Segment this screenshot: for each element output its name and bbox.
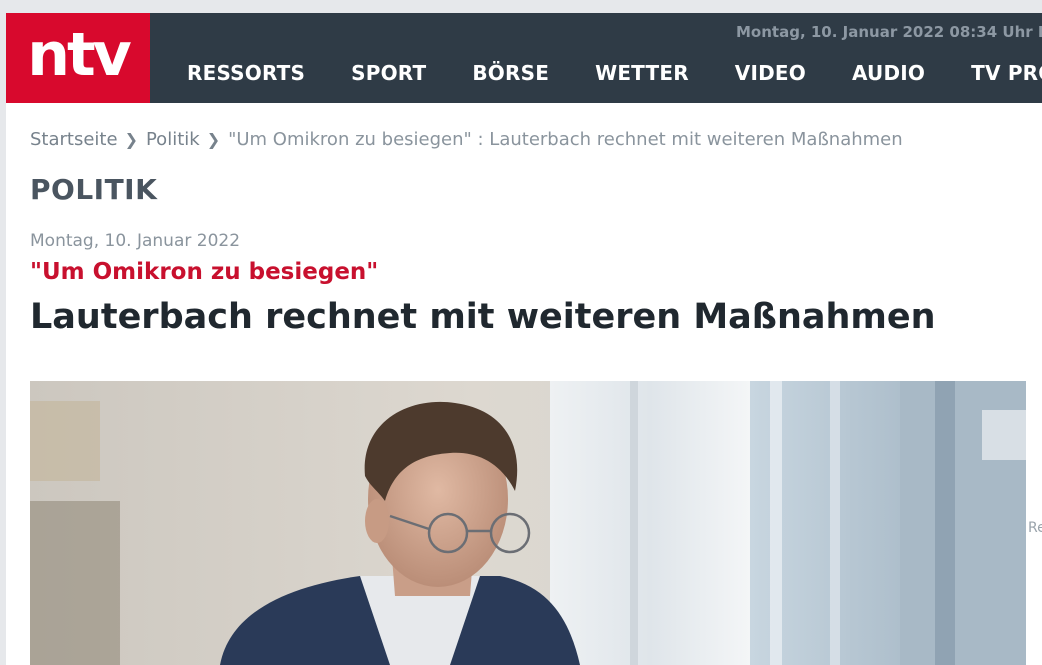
article-date: Montag, 10. Januar 2022 xyxy=(30,231,241,251)
nav-item-boerse[interactable]: BÖRSE xyxy=(472,61,549,85)
side-widget-label: Re xyxy=(1028,520,1042,536)
chevron-right-icon: ❯ xyxy=(206,130,221,149)
breadcrumb: Startseite ❯ Politik ❯ "Um Omikron zu be… xyxy=(30,129,903,150)
article-headline: Lauterbach rechnet mit weiteren Maßnahme… xyxy=(30,297,936,337)
nav-item-ressorts[interactable]: RESSORTS xyxy=(187,61,305,85)
nav-item-sport[interactable]: SPORT xyxy=(351,61,426,85)
site-header: ntv Montag, 10. Januar 2022 08:34 Uhr Fr… xyxy=(6,13,1042,103)
article-content: Startseite ❯ Politik ❯ "Um Omikron zu be… xyxy=(6,103,1042,665)
header-date-time: Montag, 10. Januar 2022 08:34 Uhr Frankf… xyxy=(736,23,1042,41)
breadcrumb-current: "Um Omikron zu besiegen" : Lauterbach re… xyxy=(228,129,903,150)
nav-item-video[interactable]: VIDEO xyxy=(735,61,806,85)
nav-item-tv-programm[interactable]: TV PROGRAMM xyxy=(971,61,1042,85)
ntv-logo[interactable]: ntv xyxy=(6,13,150,103)
section-title[interactable]: POLITIK xyxy=(30,173,157,206)
breadcrumb-startseite[interactable]: Startseite xyxy=(30,129,118,150)
main-navigation: RESSORTS SPORT BÖRSE WETTER VIDEO AUDIO … xyxy=(187,61,1042,85)
photo-man-with-glasses-icon xyxy=(30,381,1026,665)
nav-item-audio[interactable]: AUDIO xyxy=(852,61,925,85)
article-photo[interactable] xyxy=(30,381,1026,665)
nav-item-wetter[interactable]: WETTER xyxy=(595,61,689,85)
article-kicker: "Um Omikron zu besiegen" xyxy=(30,259,379,285)
breadcrumb-politik[interactable]: Politik xyxy=(146,129,200,150)
chevron-right-icon: ❯ xyxy=(124,130,138,149)
page: ntv Montag, 10. Januar 2022 08:34 Uhr Fr… xyxy=(0,0,1042,665)
side-widget[interactable] xyxy=(982,410,1042,460)
